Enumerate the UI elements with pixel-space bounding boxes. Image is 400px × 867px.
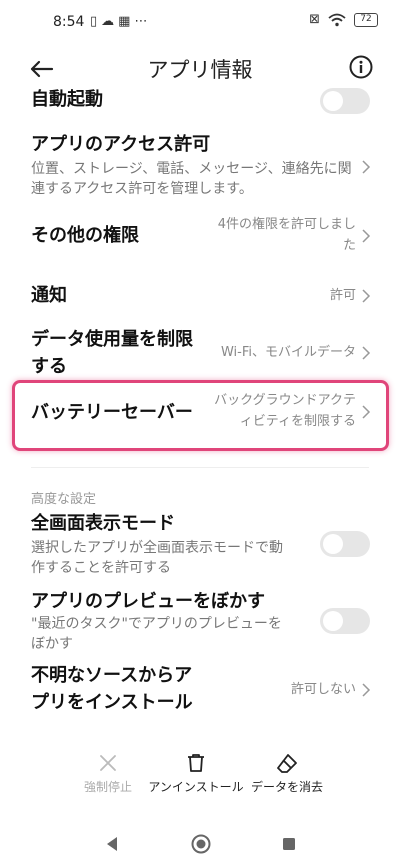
section-label-advanced: 高度な設定 [31, 492, 97, 507]
nav-home-icon[interactable] [190, 833, 212, 855]
access-permissions-row[interactable]: アプリのアクセス許可 位置、ストレージ、電話、メッセージ、連絡先に関 連するアク… [0, 131, 400, 201]
access-permissions-title: アプリのアクセス許可 [31, 134, 211, 155]
auto-start-toggle[interactable] [320, 88, 370, 114]
sim-icon: ⊠ [309, 12, 320, 27]
unknown-sources-row[interactable]: 不明なソースからア プリをインストール 許可しない [0, 662, 400, 718]
notifications-value: 許可 [329, 288, 356, 303]
grid-icon: ▦ [118, 14, 135, 29]
page-title: アプリ情報 [147, 58, 253, 82]
data-usage-title-2: する [31, 356, 67, 377]
bottom-actions: 強制停止 アンインストール データを消去 [0, 752, 400, 802]
eraser-icon [277, 754, 297, 773]
auto-start-row[interactable]: 自動起動 [0, 86, 400, 116]
more-icon: ⋯ [134, 14, 152, 29]
battery-saver-row[interactable]: バッテリーセーバー バックグラウンドアクテ ィビティを制限する [0, 390, 400, 436]
fullscreen-desc-1: 選択したアプリが全画面表示モードで動 [31, 540, 283, 556]
phone-icon: ▯ [90, 14, 102, 29]
blur-preview-desc-1: "最近のタスク"でアプリのプレビューを [31, 616, 282, 632]
other-permissions-row[interactable]: その他の権限 4件の権限を許可しまし た [0, 214, 400, 260]
other-permissions-title: その他の権限 [31, 225, 139, 246]
notifications-row[interactable]: 通知 許可 [0, 282, 400, 310]
chevron-right-icon [362, 289, 371, 303]
blur-preview-desc-2: ぼかす [31, 636, 73, 652]
fullscreen-desc-2: 作することを許可する [31, 560, 171, 576]
access-permissions-desc-2: 連するアクセス許可を管理します。 [31, 181, 253, 197]
data-usage-row[interactable]: データ使用量を制限 する Wi-Fi、モバイルデータ [0, 326, 400, 380]
fullscreen-title: 全画面表示モード [31, 513, 175, 534]
battery-saver-title: バッテリーセーバー [31, 402, 193, 423]
nav-recents-icon[interactable] [281, 836, 297, 852]
chevron-right-icon [362, 346, 371, 360]
status-bar: 8:54 ▯☁▦⋯ ⊠ 72 [0, 0, 400, 44]
other-permissions-value-2: た [342, 238, 356, 253]
clear-data-button[interactable]: データを消去 [232, 752, 342, 795]
info-icon[interactable] [348, 54, 374, 80]
auto-start-title: 自動起動 [31, 89, 103, 110]
wifi-icon [328, 13, 346, 26]
blur-preview-toggle[interactable] [320, 608, 370, 634]
unknown-sources-title-1: 不明なソースからア [31, 665, 193, 686]
clear-data-label: データを消去 [250, 780, 323, 794]
fullscreen-row[interactable]: 全画面表示モード 選択したアプリが全画面表示モードで動 作することを許可する [0, 510, 400, 580]
unknown-sources-title-2: プリをインストール [31, 692, 193, 713]
data-usage-value: Wi-Fi、モバイルデータ [220, 345, 356, 360]
fullscreen-toggle[interactable] [320, 531, 370, 557]
notifications-title: 通知 [31, 285, 67, 306]
divider [31, 467, 369, 468]
chevron-right-icon [362, 229, 371, 243]
unknown-sources-value: 許可しない [290, 682, 356, 697]
access-permissions-desc-1: 位置、ストレージ、電話、メッセージ、連絡先に関 [31, 161, 352, 177]
data-usage-title-1: データ使用量を制限 [31, 329, 193, 350]
trash-icon [188, 754, 204, 772]
chevron-right-icon [362, 683, 371, 697]
nav-back-icon[interactable] [104, 835, 120, 853]
status-left-icons: ▯☁▦⋯ [90, 14, 151, 29]
battery-icon: 72 [354, 12, 378, 27]
other-permissions-value-1: 4件の権限を許可しまし [217, 217, 356, 232]
battery-saver-value-2: ィビティを制限する [239, 414, 356, 429]
chevron-right-icon [362, 405, 371, 419]
cloud-icon: ☁ [101, 14, 119, 29]
blur-preview-title: アプリのプレビューをぼかす [31, 591, 265, 612]
blur-preview-row[interactable]: アプリのプレビューをぼかす "最近のタスク"でアプリのプレビューを ぼかす [0, 588, 400, 658]
close-icon [100, 755, 116, 771]
status-time: 8:54 [53, 14, 85, 30]
navigation-bar [0, 830, 400, 867]
battery-saver-value-1: バックグラウンドアクテ [214, 393, 356, 408]
status-right-icons: ⊠ 72 [309, 12, 378, 27]
chevron-right-icon [362, 160, 371, 174]
